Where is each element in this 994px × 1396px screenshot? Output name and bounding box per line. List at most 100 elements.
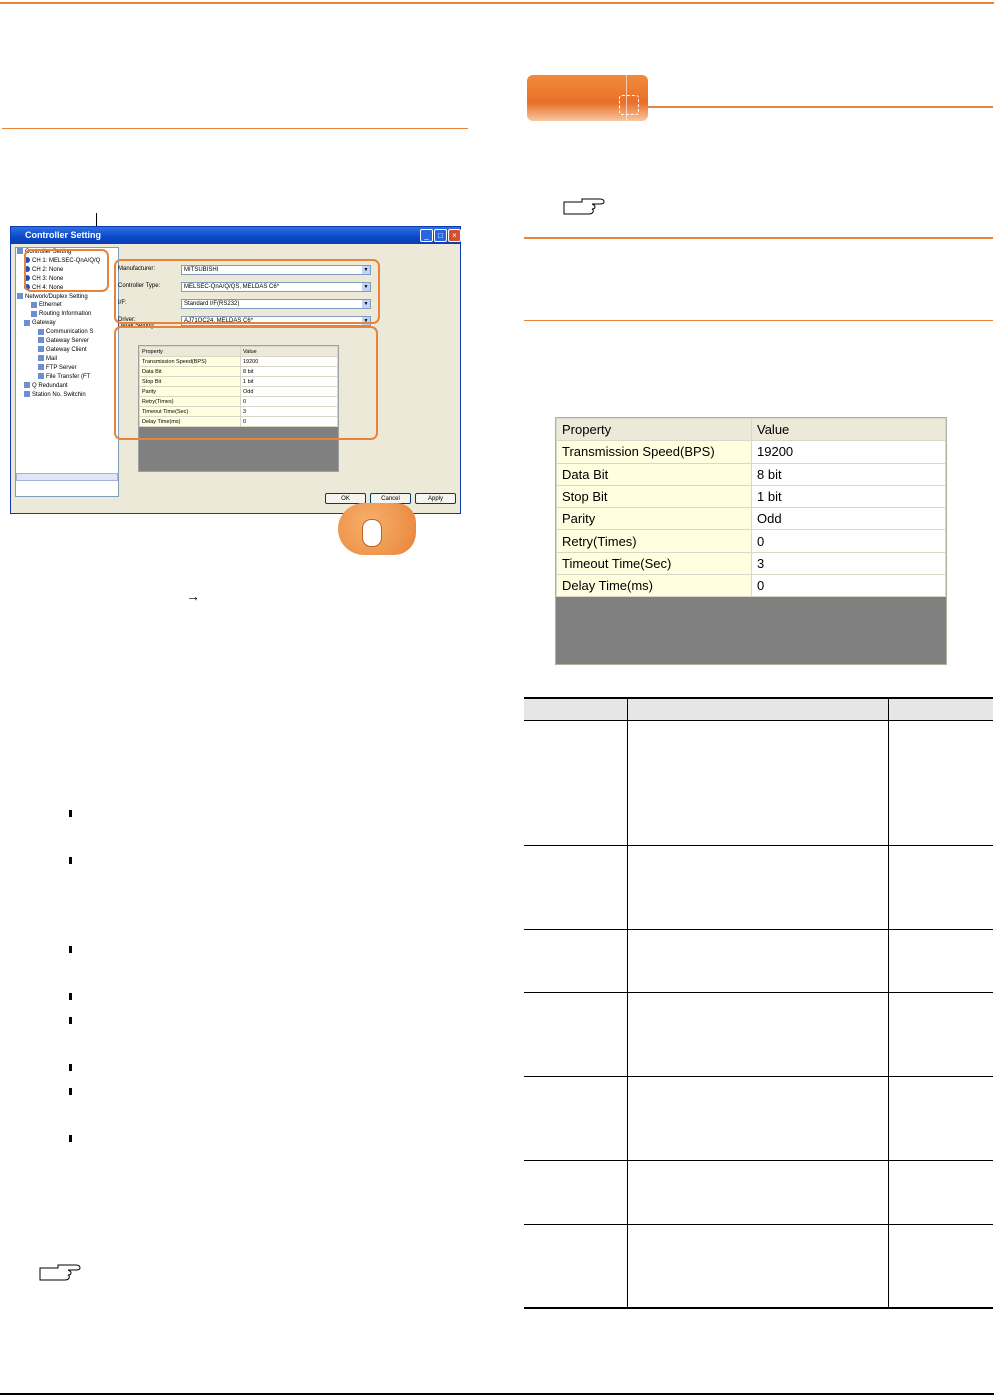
value-cell[interactable]: 3 <box>751 551 946 576</box>
value-cell[interactable]: 19200 <box>751 440 946 464</box>
right-section-rule-1 <box>524 237 993 239</box>
table-row[interactable]: Transmission Speed(BPS) 19200 <box>556 440 946 464</box>
value-cell[interactable]: 0 <box>751 574 946 598</box>
tree-item-label: Communication S <box>46 329 94 336</box>
tree-item-label: Station No. Switchin <box>32 391 86 398</box>
setting-icon <box>38 337 44 344</box>
desc-row-sep-4 <box>524 1076 993 1077</box>
tree-item-label: Q Redundant <box>32 382 68 389</box>
property-cell: Timeout Time(Sec) <box>556 551 752 576</box>
bullet-3 <box>69 946 72 953</box>
bottom-rule <box>0 1393 994 1395</box>
tree-item[interactable]: Routing Information <box>16 310 118 319</box>
table-row[interactable]: Timeout Time(Sec) 3 <box>556 551 946 576</box>
desc-col-sep-1 <box>627 698 628 1308</box>
tree-item-label: FTP Server <box>46 364 77 371</box>
bullet-6 <box>69 1064 72 1071</box>
tree-item[interactable]: Gateway Client <box>16 346 118 355</box>
bullet-7 <box>69 1088 72 1095</box>
value-cell[interactable]: 8 bit <box>751 462 946 486</box>
tree-item[interactable]: Gateway Server <box>16 337 118 346</box>
tree-scrollbar[interactable] <box>16 473 118 481</box>
right-section-rule-2 <box>524 320 993 321</box>
point-badge <box>527 75 648 121</box>
folder-icon <box>17 292 23 299</box>
mouse-icon <box>362 519 382 547</box>
callout-detail-setting <box>114 326 378 440</box>
table-row[interactable]: Parity Odd <box>556 507 946 531</box>
tree-item[interactable]: File Transfer (FT <box>16 373 118 382</box>
table-row[interactable]: Delay Time(ms) 0 <box>556 574 946 598</box>
close-icon[interactable]: × <box>448 229 461 242</box>
setting-icon <box>38 328 44 335</box>
top-rule <box>0 2 994 4</box>
column-header: Property <box>556 417 752 442</box>
tree-item-label: Mail <box>46 355 58 362</box>
folder-icon <box>24 319 30 326</box>
property-cell: Transmission Speed(BPS) <box>556 440 752 464</box>
tree-item[interactable]: FTP Server <box>16 364 118 373</box>
reference-hand-icon <box>39 1264 81 1281</box>
tree-item-label: Ethernet <box>39 302 62 309</box>
tree-item-label: Network/Duplex Setting <box>25 293 88 300</box>
setting-icon <box>38 373 44 380</box>
desc-col-sep-2 <box>888 698 889 1308</box>
detail-setting-table[interactable]: Property Value Transmission Speed(BPS) 1920… <box>555 417 947 665</box>
value-cell[interactable]: 0 <box>751 529 946 553</box>
tree-item-label: Gateway Client <box>46 346 87 353</box>
tree-item[interactable]: Gateway <box>16 319 118 328</box>
tree-item[interactable]: Communication S <box>16 328 118 337</box>
tree-item-label: Routing Information <box>39 311 92 318</box>
tree-item-label: Gateway <box>32 320 56 327</box>
value-cell[interactable]: Odd <box>751 507 946 531</box>
setting-icon <box>24 390 30 397</box>
desc-table-header-bottom <box>524 720 993 721</box>
property-cell: Data Bit <box>556 462 752 486</box>
property-cell: Delay Time(ms) <box>556 574 752 598</box>
bullet-4 <box>69 993 72 1000</box>
setting-icon <box>31 310 37 317</box>
bullet-2 <box>69 857 72 864</box>
arrow-glyph: → <box>186 588 200 604</box>
desc-row-sep-1 <box>524 845 993 846</box>
folder-icon <box>17 248 23 255</box>
minimize-icon[interactable]: _ <box>420 229 433 242</box>
column-header: Value <box>751 417 946 442</box>
tree-item[interactable]: Mail <box>16 355 118 364</box>
point-badge-divider <box>626 75 627 121</box>
property-cell: Retry(Times) <box>556 529 752 553</box>
setting-icon <box>38 346 44 353</box>
tree-item[interactable]: Station No. Switchin <box>16 390 118 400</box>
table-header-row: Property Value <box>556 417 946 442</box>
tree-item[interactable]: Network/Duplex Setting <box>16 292 118 302</box>
table-row[interactable]: Stop Bit 1 bit <box>556 484 946 509</box>
dialog-title: Controller Setting <box>25 230 101 240</box>
point-badge-rule <box>648 106 993 108</box>
setting-icon <box>38 355 44 362</box>
reference-hand-icon-right <box>563 198 605 215</box>
bullet-5 <box>69 1017 72 1024</box>
desc-row-sep-2 <box>524 929 993 930</box>
tree-item-label: File Transfer (FT <box>46 373 91 380</box>
dialog-title-bar: Controller Setting <box>11 227 460 244</box>
point-badge-cursor-icon <box>619 95 639 115</box>
property-cell: Parity <box>556 507 752 531</box>
property-cell: Stop Bit <box>556 484 752 509</box>
value-cell[interactable]: 1 bit <box>751 484 946 509</box>
table-row[interactable]: Data Bit 8 bit <box>556 462 946 486</box>
desc-table-bottom <box>524 1307 993 1309</box>
callout-controller-fields <box>114 259 380 324</box>
bullet-8 <box>69 1135 72 1142</box>
apply-button[interactable]: Apply <box>415 493 456 504</box>
setting-icon <box>38 364 44 371</box>
desc-row-sep-6 <box>524 1224 993 1225</box>
table-row[interactable]: Retry(Times) 0 <box>556 529 946 553</box>
maximize-icon[interactable]: □ <box>434 229 447 242</box>
tree-item[interactable]: Ethernet <box>16 301 118 310</box>
desc-table-top <box>524 697 993 699</box>
setting-icon <box>24 382 30 389</box>
tree-item[interactable]: Q Redundant <box>16 382 118 391</box>
callout-channel-list <box>24 249 109 292</box>
mouse-click-illustration <box>338 503 416 555</box>
desc-row-sep-5 <box>524 1160 993 1161</box>
